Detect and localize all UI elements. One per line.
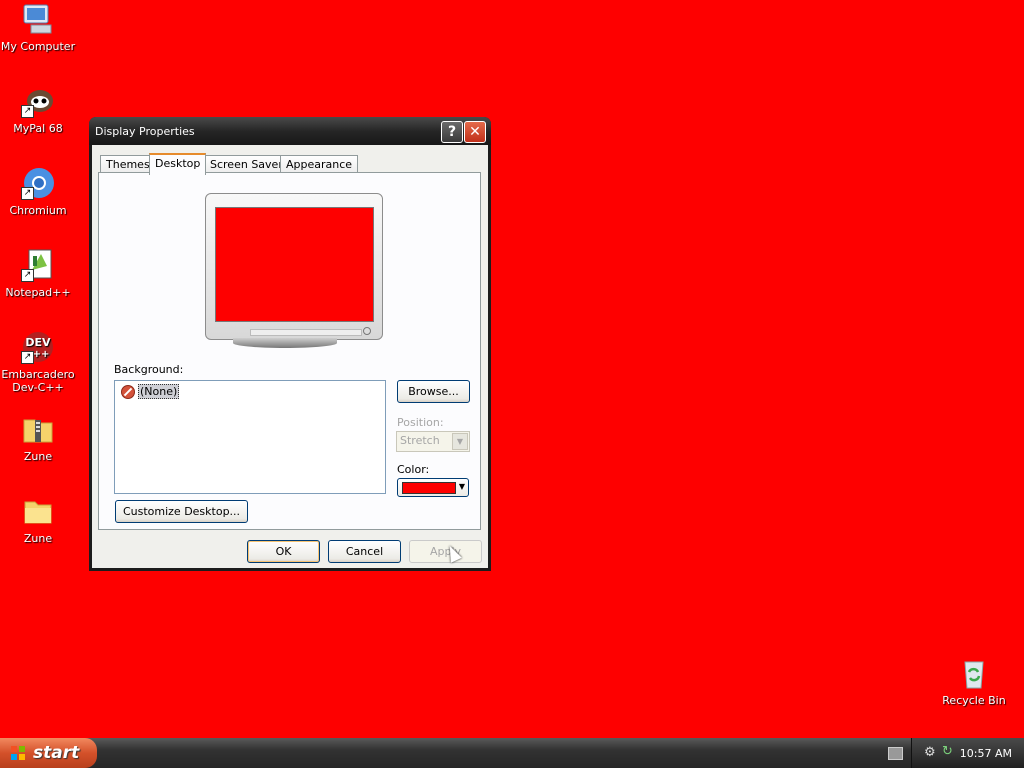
color-label: Color:	[397, 463, 430, 476]
tab-desktop[interactable]: Desktop	[149, 153, 207, 175]
tray-network-icon[interactable]: ⚙	[924, 745, 936, 760]
desktop-icon-recycle-bin[interactable]: Recycle Bin	[936, 656, 1012, 707]
recycle-bin-icon	[957, 656, 991, 690]
desktop-icon-chromium[interactable]: ↗ Chromium	[0, 166, 76, 217]
computer-icon	[21, 2, 55, 36]
windows-flag-icon	[11, 746, 25, 760]
desktop-icon-label: MyPal 68	[13, 122, 63, 135]
color-picker-button[interactable]: ▼	[397, 478, 469, 497]
dialog-client-area: Themes Desktop Screen Saver Appearance B…	[92, 145, 488, 568]
chevron-down-icon: ▼	[452, 433, 468, 450]
help-button[interactable]: ?	[441, 121, 463, 143]
desktop-icon-label: Recycle Bin	[942, 694, 1006, 707]
dialog-title: Display Properties	[95, 125, 195, 138]
browse-button[interactable]: Browse...	[397, 380, 470, 403]
desktop-icon-label: Zune	[23, 532, 53, 545]
desktop-icon-label: Zune	[23, 450, 53, 463]
tab-screen-saver[interactable]: Screen Saver	[204, 155, 289, 173]
start-label: start	[33, 743, 80, 763]
desktop-icon-zune-folder[interactable]: Zune	[0, 494, 76, 545]
color-swatch	[402, 482, 456, 494]
chromium-icon: ↗	[21, 166, 55, 200]
monitor-preview	[205, 193, 383, 340]
customize-desktop-button[interactable]: Customize Desktop...	[115, 500, 248, 523]
desktop-icon-my-computer[interactable]: My Computer	[0, 2, 76, 53]
list-item-label: (None)	[138, 384, 180, 399]
display-properties-dialog: Display Properties ? ✕ Themes Desktop Sc…	[89, 117, 491, 571]
ok-button[interactable]: OK	[247, 540, 320, 563]
background-label: Background:	[114, 363, 184, 376]
close-button[interactable]: ✕	[464, 121, 486, 143]
desktop-icon-mypal[interactable]: ↗ MyPal 68	[0, 84, 76, 135]
shortcut-arrow-icon: ↗	[21, 187, 34, 200]
keyboard-icon[interactable]	[888, 747, 903, 760]
notepadpp-icon: ↗	[21, 248, 55, 282]
desktop-tab-panel: Background: (None) Browse... Position: S…	[98, 172, 481, 530]
system-tray: ⚙ ↻ 10:57 AM	[911, 738, 1024, 768]
tab-appearance[interactable]: Appearance	[280, 155, 359, 173]
svg-text:DEV: DEV	[25, 336, 51, 349]
monitor-power-light	[363, 327, 371, 335]
svg-text:++: ++	[33, 349, 50, 360]
tab-themes[interactable]: Themes	[100, 155, 156, 173]
background-list[interactable]: (None)	[114, 380, 386, 494]
desktop-icon-devcpp[interactable]: DEV ++ ↗ Embarcadero Dev-C++	[0, 330, 76, 394]
desktop-icon-label: Embarcadero Dev-C++	[1, 368, 75, 394]
position-select[interactable]: Stretch ▼	[396, 431, 470, 452]
monitor-slot	[250, 329, 362, 336]
devcpp-icon: DEV ++ ↗	[21, 330, 55, 364]
shortcut-arrow-icon: ↗	[21, 105, 34, 118]
mypal-icon: ↗	[21, 84, 55, 118]
dialog-titlebar[interactable]: Display Properties ? ✕	[89, 117, 491, 145]
monitor-stand	[233, 338, 337, 348]
desktop-icon-label: My Computer	[0, 40, 76, 53]
desktop-icon-label: Notepad++	[5, 286, 71, 299]
preview-screen	[215, 207, 374, 322]
desktop-icon-notepadpp[interactable]: ↗ Notepad++	[0, 248, 76, 299]
list-item[interactable]: (None)	[121, 384, 180, 399]
position-value: Stretch	[400, 434, 440, 447]
chevron-down-icon: ▼	[458, 482, 465, 491]
desktop-icon-label: Chromium	[9, 204, 67, 217]
none-icon	[121, 384, 135, 399]
desktop-icon-zune-zip[interactable]: Zune	[0, 412, 76, 463]
folder-icon	[21, 494, 55, 528]
tray-refresh-icon[interactable]: ↻	[942, 744, 953, 759]
start-button[interactable]: start	[0, 738, 97, 768]
shortcut-arrow-icon: ↗	[21, 351, 34, 364]
clock[interactable]: 10:57 AM	[960, 747, 1012, 760]
taskbar: start ⚙ ↻ 10:57 AM	[0, 738, 1024, 768]
shortcut-arrow-icon: ↗	[21, 269, 34, 282]
position-label: Position:	[397, 416, 444, 429]
cancel-button[interactable]: Cancel	[328, 540, 401, 563]
zip-folder-icon	[21, 412, 55, 446]
